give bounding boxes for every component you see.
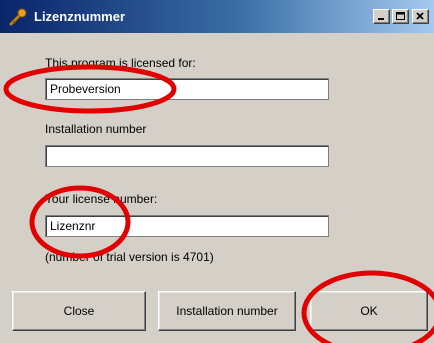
key-icon xyxy=(9,8,27,26)
license-number-field[interactable] xyxy=(45,215,329,237)
maximize-button[interactable] xyxy=(392,9,409,24)
installation-number-input[interactable] xyxy=(50,146,324,166)
installation-number-label: Installation number xyxy=(45,122,147,136)
installation-number-field[interactable] xyxy=(45,145,329,167)
licensed-for-label: This program is licensed for: xyxy=(45,56,196,70)
close-icon xyxy=(416,12,424,20)
close-window-button[interactable] xyxy=(412,9,429,24)
licensed-for-field[interactable] xyxy=(45,78,329,100)
title-bar: Lizenznummer xyxy=(0,0,434,33)
trial-version-hint: (number of trial version is 4701) xyxy=(45,250,214,264)
license-number-input[interactable] xyxy=(50,216,324,236)
license-number-label: Your license number: xyxy=(45,192,158,206)
maximize-icon xyxy=(396,12,405,20)
ok-button[interactable]: OK xyxy=(310,291,428,331)
installation-number-button[interactable]: Installation number xyxy=(158,291,296,331)
licensed-for-input[interactable] xyxy=(50,79,324,99)
minimize-button[interactable] xyxy=(373,9,390,24)
close-button[interactable]: Close xyxy=(12,291,146,331)
minimize-icon xyxy=(378,18,384,20)
window-title: Lizenznummer xyxy=(34,9,126,24)
